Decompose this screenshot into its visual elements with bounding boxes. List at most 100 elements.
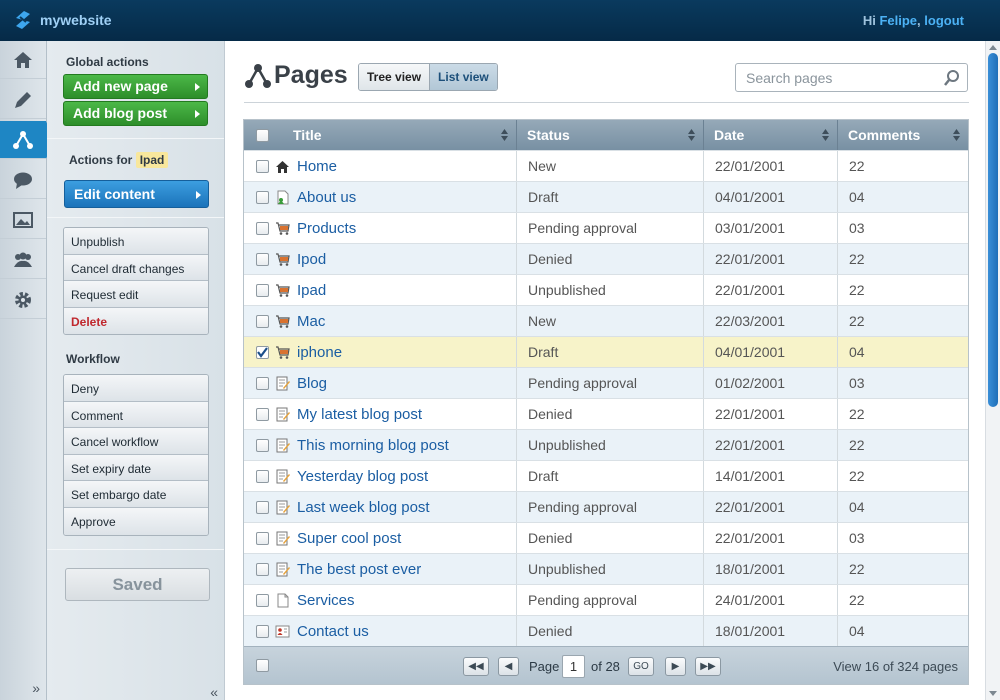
user-name-link[interactable]: Felipe bbox=[879, 13, 917, 28]
unpublish-button[interactable]: Unpublish bbox=[64, 228, 208, 255]
sort-icon[interactable] bbox=[822, 129, 829, 141]
page-title-link[interactable]: Contact us bbox=[297, 623, 369, 640]
table-row[interactable]: This morning blog post Unpublished 22/01/2… bbox=[244, 429, 968, 460]
view-toggle: Tree view List view bbox=[358, 63, 498, 91]
search-input[interactable]: Search pages bbox=[735, 63, 968, 92]
saved-button[interactable]: Saved bbox=[65, 568, 210, 601]
row-checkbox[interactable] bbox=[256, 345, 269, 359]
page-title-link[interactable]: Yesterday blog post bbox=[297, 468, 428, 485]
column-status[interactable]: Status bbox=[517, 120, 704, 150]
collapse-sidebar-button[interactable]: « bbox=[210, 684, 218, 700]
rail-sitemap[interactable] bbox=[0, 121, 54, 159]
scroll-down-icon[interactable] bbox=[989, 691, 997, 696]
deny-button[interactable]: Deny bbox=[64, 375, 208, 402]
sort-icon[interactable] bbox=[688, 129, 695, 141]
table-row[interactable]: Services Pending approval 24/01/2001 22 bbox=[244, 584, 968, 615]
approve-button[interactable]: Approve bbox=[64, 507, 208, 535]
page-title-link[interactable]: Ipad bbox=[297, 282, 326, 299]
scrollbar[interactable] bbox=[985, 41, 1000, 700]
logout-link[interactable]: logout bbox=[924, 13, 964, 28]
page-title-link[interactable]: Blog bbox=[297, 375, 327, 392]
page-title-link[interactable]: The best post ever bbox=[297, 561, 421, 578]
row-checkbox[interactable] bbox=[256, 376, 269, 390]
table-row[interactable]: Contact us Denied 18/01/2001 04 bbox=[244, 615, 968, 646]
comment-button[interactable]: Comment bbox=[64, 401, 208, 429]
table-row[interactable]: Blog Pending approval 01/02/2001 03 bbox=[244, 367, 968, 398]
rail-users[interactable] bbox=[0, 241, 46, 279]
page-title-link[interactable]: Ipod bbox=[297, 251, 326, 268]
table-row[interactable]: Ipad Unpublished 22/01/2001 22 bbox=[244, 274, 968, 305]
row-checkbox[interactable] bbox=[256, 500, 269, 514]
page-title-link[interactable]: Services bbox=[297, 592, 355, 609]
page-title-link[interactable]: iphone bbox=[297, 344, 342, 361]
table-row[interactable]: My latest blog post Denied 22/01/2001 22 bbox=[244, 398, 968, 429]
row-checkbox[interactable] bbox=[256, 314, 269, 328]
row-checkbox[interactable] bbox=[256, 469, 269, 483]
cell-date: 24/01/2001 bbox=[704, 585, 838, 615]
rail-home[interactable] bbox=[0, 41, 46, 79]
page-title-link[interactable]: Last week blog post bbox=[297, 499, 430, 516]
row-checkbox[interactable] bbox=[256, 407, 269, 421]
page-title-link[interactable]: My latest blog post bbox=[297, 406, 422, 423]
row-checkbox[interactable] bbox=[256, 531, 269, 545]
row-checkbox[interactable] bbox=[256, 252, 269, 266]
rail-media[interactable] bbox=[0, 201, 46, 239]
page-title-link[interactable]: Super cool post bbox=[297, 530, 401, 547]
column-comments[interactable]: Comments bbox=[838, 120, 968, 150]
prev-page-button[interactable]: ◀ bbox=[498, 657, 519, 676]
add-page-button[interactable]: Add new page bbox=[63, 74, 208, 99]
table-row[interactable]: iphone Draft 04/01/2001 04 bbox=[244, 336, 968, 367]
brand-logo[interactable]: mywebsite bbox=[12, 8, 112, 32]
expand-rail-button[interactable]: » bbox=[0, 680, 46, 700]
request-edit-button[interactable]: Request edit bbox=[64, 281, 208, 308]
search-icon[interactable] bbox=[943, 69, 961, 87]
table-row[interactable]: Products Pending approval 03/01/2001 03 bbox=[244, 212, 968, 243]
rail-edit[interactable] bbox=[0, 81, 46, 119]
row-checkbox[interactable] bbox=[256, 593, 269, 607]
last-page-button[interactable]: ▶▶ bbox=[695, 657, 721, 676]
page-title-link[interactable]: Home bbox=[297, 158, 337, 175]
next-page-button[interactable]: ▶ bbox=[665, 657, 686, 676]
row-checkbox[interactable] bbox=[256, 624, 269, 638]
table-row[interactable]: Ipod Denied 22/01/2001 22 bbox=[244, 243, 968, 274]
list-view-button[interactable]: List view bbox=[429, 64, 497, 90]
first-page-button[interactable]: ◀◀ bbox=[463, 657, 489, 676]
set-expiry-button[interactable]: Set expiry date bbox=[64, 454, 208, 482]
row-checkbox[interactable] bbox=[256, 159, 269, 173]
go-button[interactable]: GO bbox=[628, 657, 654, 676]
select-all-checkbox[interactable] bbox=[256, 128, 269, 142]
table-row[interactable]: Super cool post Denied 22/01/2001 03 bbox=[244, 522, 968, 553]
page-title-link[interactable]: Mac bbox=[297, 313, 325, 330]
scrollbar-thumb[interactable] bbox=[988, 53, 998, 407]
page-title-link[interactable]: This morning blog post bbox=[297, 437, 449, 454]
row-checkbox[interactable] bbox=[256, 190, 269, 204]
row-checkbox[interactable] bbox=[256, 283, 269, 297]
row-checkbox[interactable] bbox=[256, 438, 269, 452]
rail-settings[interactable] bbox=[0, 281, 46, 319]
column-title[interactable]: Title bbox=[244, 120, 517, 150]
column-date[interactable]: Date bbox=[704, 120, 838, 150]
sort-icon[interactable] bbox=[501, 129, 508, 141]
add-blog-button[interactable]: Add blog post bbox=[63, 101, 208, 126]
rail-comments[interactable] bbox=[0, 161, 46, 199]
table-row[interactable]: Home New 22/01/2001 22 bbox=[244, 150, 968, 181]
cancel-draft-button[interactable]: Cancel draft changes bbox=[64, 254, 208, 282]
page-number-input[interactable]: 1 bbox=[562, 655, 585, 678]
set-embargo-button[interactable]: Set embargo date bbox=[64, 481, 208, 508]
page-title-link[interactable]: Products bbox=[297, 220, 356, 237]
delete-button[interactable]: Delete bbox=[64, 307, 208, 335]
table-row[interactable]: About us Draft 04/01/2001 04 bbox=[244, 181, 968, 212]
edit-content-button[interactable]: Edit content bbox=[64, 180, 209, 208]
tree-view-button[interactable]: Tree view bbox=[359, 64, 430, 90]
table-row[interactable]: Last week blog post Pending approval 22/01… bbox=[244, 491, 968, 522]
page-title-link[interactable]: About us bbox=[297, 189, 356, 206]
table-row[interactable]: Yesterday blog post Draft 14/01/2001 22 bbox=[244, 460, 968, 491]
row-checkbox[interactable] bbox=[256, 221, 269, 235]
sort-icon[interactable] bbox=[953, 129, 960, 141]
cancel-workflow-button[interactable]: Cancel workflow bbox=[64, 428, 208, 455]
table-row[interactable]: Mac New 22/03/2001 22 bbox=[244, 305, 968, 336]
scroll-up-icon[interactable] bbox=[989, 45, 997, 50]
footer-select-checkbox[interactable] bbox=[256, 659, 269, 672]
row-checkbox[interactable] bbox=[256, 562, 269, 576]
table-row[interactable]: The best post ever Unpublished 18/01/2001 2… bbox=[244, 553, 968, 584]
